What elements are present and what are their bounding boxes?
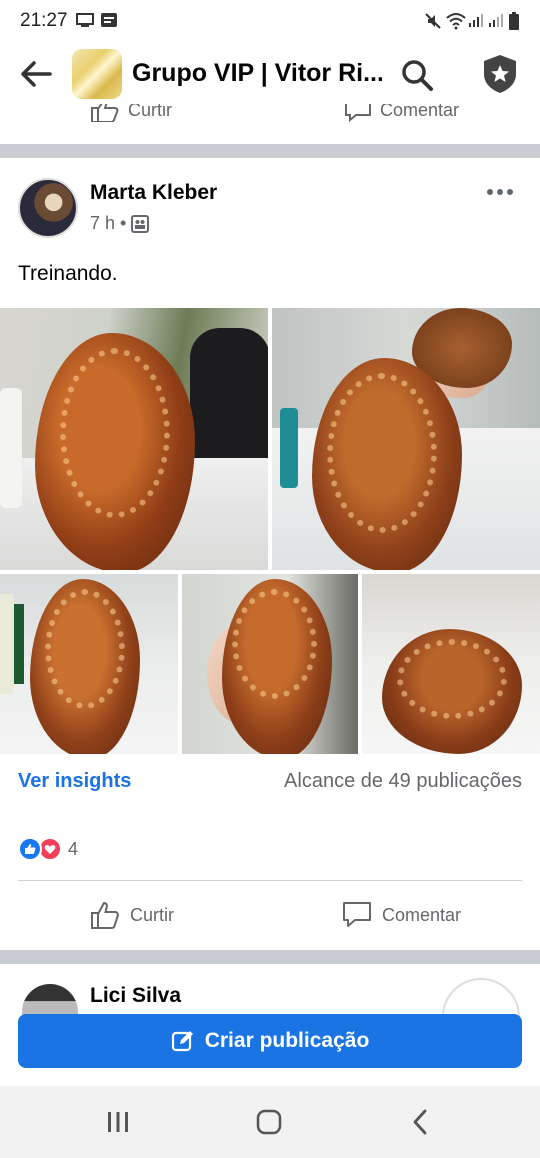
edit-icon [171, 1031, 193, 1052]
status-bar: 21:27 [0, 0, 540, 42]
heart-icon [44, 845, 56, 854]
dot-icon [507, 189, 513, 195]
status-time: 21:27 [20, 10, 68, 31]
recents-icon [108, 1112, 128, 1132]
previous-like-button[interactable]: Curtir [90, 104, 172, 122]
mute-icon [425, 13, 441, 29]
like-button[interactable]: Curtir [90, 898, 174, 932]
recents-button[interactable] [98, 1104, 138, 1140]
comment-label: Comentar [382, 904, 462, 925]
battery-icon [509, 12, 519, 30]
feed-divider [0, 950, 540, 964]
previous-post-actions: Curtir Comentar [0, 104, 540, 144]
author-avatar[interactable] [18, 178, 78, 238]
group-cover-thumbnail[interactable] [72, 49, 122, 99]
back-icon [413, 1109, 427, 1135]
thumbs-up-icon [91, 104, 119, 122]
photo-grid [0, 308, 540, 754]
thumbs-up-icon [25, 844, 36, 854]
thumbs-up-icon [91, 901, 119, 929]
next-author-name[interactable]: Lici Silva [90, 984, 181, 1008]
post-time[interactable]: 7 h [90, 213, 115, 234]
signal-icon [469, 14, 483, 27]
group-title[interactable]: Grupo VIP | Vitor Ri... [132, 59, 382, 88]
reaction-count: 4 [68, 838, 79, 859]
home-button[interactable] [249, 1104, 289, 1140]
app-bar: Grupo VIP | Vitor Ri... [0, 42, 540, 104]
ver-insights-link[interactable]: Ver insights [18, 770, 131, 793]
dot-icon [497, 189, 503, 195]
post-text: Treinando. [18, 262, 118, 285]
group-members-icon [131, 214, 150, 233]
wifi-icon [446, 13, 466, 30]
comment-button[interactable]: Comentar [342, 898, 461, 932]
signal-icon [489, 14, 503, 27]
create-post-label: Criar publicação [204, 1029, 370, 1052]
like-label: Curtir [130, 904, 174, 925]
more-options-button[interactable] [482, 182, 518, 202]
post-photo[interactable] [182, 574, 358, 754]
reactions-summary[interactable]: 4 [18, 836, 78, 862]
comment-icon [345, 104, 371, 122]
previous-comment-button[interactable]: Comentar [344, 104, 459, 122]
home-icon [256, 1109, 282, 1135]
system-nav-bar [0, 1086, 540, 1158]
feed-divider [0, 144, 540, 158]
author-name[interactable]: Marta Kleber [90, 181, 217, 205]
search-icon[interactable] [398, 56, 436, 94]
notification-icon [101, 13, 117, 27]
meta-separator: • [120, 213, 127, 233]
post-photo[interactable] [0, 574, 178, 754]
system-back-button[interactable] [400, 1104, 440, 1140]
comment-icon [343, 902, 371, 927]
post-divider [18, 880, 522, 881]
post-photo[interactable] [272, 308, 540, 570]
dot-icon [487, 189, 493, 195]
post-meta: 7 h • [90, 213, 150, 234]
insights-row: Ver insights Alcance de 49 publicações [0, 764, 540, 800]
cast-icon [76, 13, 94, 27]
admin-shield-icon[interactable] [478, 52, 522, 96]
post-photo[interactable] [362, 574, 540, 754]
back-arrow-icon[interactable] [16, 54, 56, 94]
like-reaction-icon [18, 837, 42, 861]
reach-text: Alcance de 49 publicações [284, 770, 522, 792]
post-photo[interactable] [0, 308, 268, 570]
create-post-button[interactable]: Criar publicação [18, 1014, 522, 1068]
